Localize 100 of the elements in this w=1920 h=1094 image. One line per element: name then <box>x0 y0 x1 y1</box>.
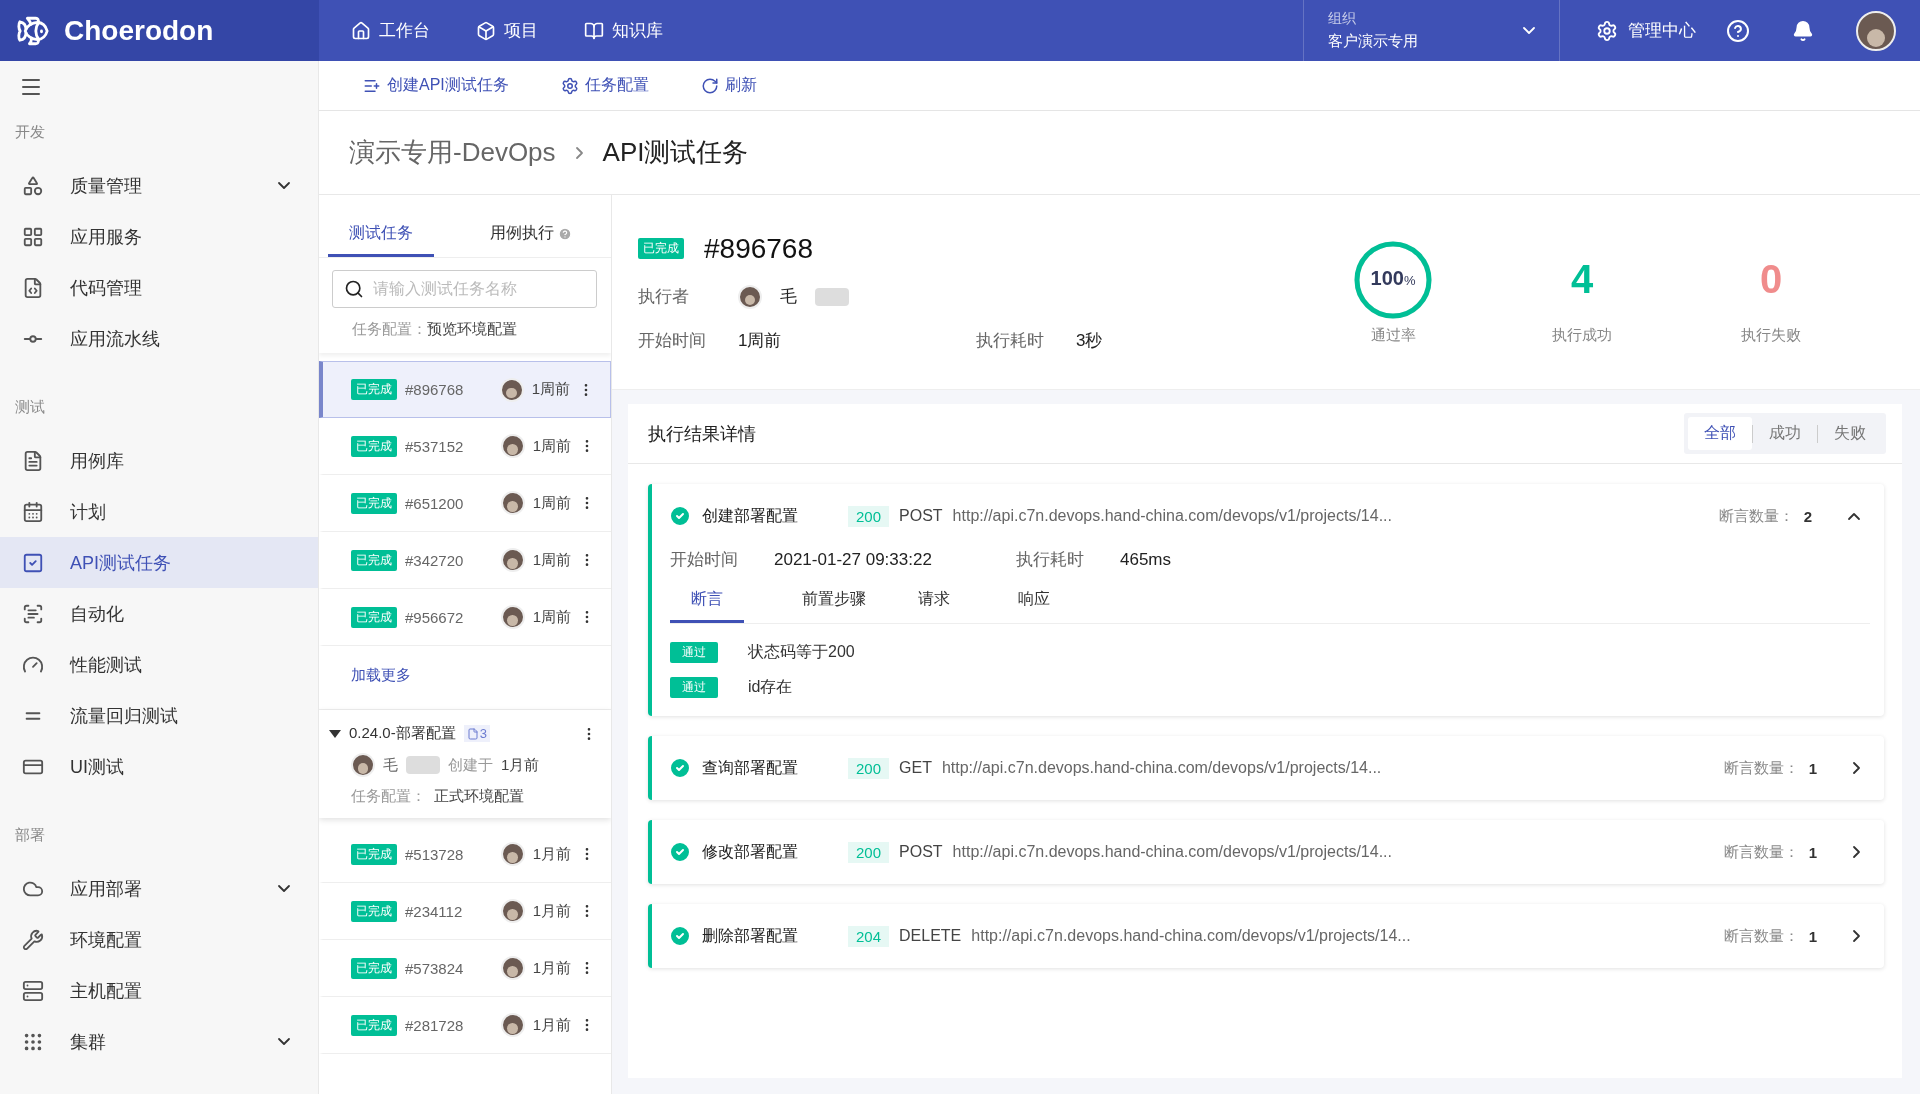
status-tag: 已完成 <box>351 379 397 400</box>
case-count: 3 <box>463 725 490 742</box>
nav-link[interactable]: 知识库 <box>584 19 663 42</box>
status-tag: 已完成 <box>351 549 397 571</box>
stat-label: 通过率 <box>1370 325 1416 345</box>
nav-link[interactable]: 工作台 <box>351 19 430 42</box>
sidebar-item[interactable]: 自动化 <box>0 588 318 639</box>
section-title: 开发 <box>14 122 46 142</box>
assertion-text: 状态码等于200 <box>748 642 855 662</box>
assertion-text: id存在 <box>748 677 793 697</box>
assert-label: 断言数量： <box>1718 506 1794 526</box>
avatar <box>500 1013 525 1037</box>
sidebar-item[interactable]: 集群 <box>0 1016 318 1067</box>
bell-icon[interactable] <box>1792 19 1814 42</box>
request-url: http://api.c7n.devops.hand-china.com/devops/v1/projects/14... <box>941 759 1383 777</box>
toolbar-button[interactable]: 刷新 <box>700 75 757 96</box>
result-name: 修改部署配置 <box>702 841 799 862</box>
task-time: 1周前 <box>532 607 571 627</box>
sidebar-item[interactable]: 代码管理 <box>0 262 318 313</box>
task-time: 1周前 <box>531 380 570 399</box>
task-id: #896768 <box>704 232 813 265</box>
tab[interactable]: 前置步骤 <box>784 581 884 623</box>
avatar[interactable] <box>1856 10 1896 51</box>
filter-option[interactable]: 全部 <box>1688 417 1752 450</box>
sidebar-item[interactable]: 主机配置 <box>0 965 318 1016</box>
avatar <box>738 284 762 309</box>
plan-config: 任务配置： 正式环境配置 <box>350 787 525 806</box>
check-icon <box>668 924 692 948</box>
task-id: #651200 <box>405 494 465 512</box>
status-tag: 已完成 <box>638 238 684 259</box>
sidebar-item[interactable]: 应用流水线 <box>0 313 318 364</box>
breadcrumb-item[interactable]: 演示专用-DevOps <box>349 135 556 170</box>
search-field[interactable]: 请输入测试任务名称 <box>332 270 597 308</box>
sidebar-item[interactable]: 质量管理 <box>0 160 318 211</box>
sidebar-item[interactable]: UI测试 <box>0 741 318 792</box>
task-id: #281728 <box>405 1016 465 1034</box>
assert-label: 断言数量： <box>1723 842 1799 862</box>
duration-value: 465ms <box>1120 549 1172 570</box>
section-title: 部署 <box>14 825 46 845</box>
executor-label: 执行者 <box>638 286 690 308</box>
creator-name: 毛 <box>383 755 398 775</box>
task-id: #896768 <box>405 381 465 398</box>
task-config: 任务配置：预览环境配置 <box>351 319 517 339</box>
redaction-mark <box>406 756 440 774</box>
status-code: 200 <box>848 841 890 863</box>
sidebar-item[interactable]: 流量回归测试 <box>0 690 318 741</box>
assert-count: 2 <box>1803 507 1812 525</box>
http-method: DELETE <box>899 927 962 945</box>
sidebar-item[interactable]: 应用服务 <box>0 211 318 262</box>
start-label: 开始时间 <box>670 549 739 571</box>
chevron-up-icon[interactable] <box>1848 512 1860 520</box>
start-value: 1周前 <box>738 329 783 352</box>
wrench-icon <box>22 928 44 951</box>
tab[interactable]: 测试任务 <box>328 223 434 257</box>
results-title: 执行结果详情 <box>648 422 756 446</box>
caret-icon[interactable] <box>329 729 341 738</box>
toolbar-button[interactable]: 任务配置 <box>560 75 649 96</box>
tab[interactable]: 响应 <box>984 581 1084 623</box>
help-icon[interactable] <box>1726 18 1750 43</box>
avatar <box>500 491 525 515</box>
sidebar-item[interactable]: 应用部署 <box>0 863 318 914</box>
status-tag: 已完成 <box>351 957 397 979</box>
sidebar-item[interactable]: 环境配置 <box>0 914 318 965</box>
refresh-icon <box>700 76 719 95</box>
check-icon <box>668 504 692 528</box>
status-tag: 已完成 <box>351 606 397 628</box>
pass-tag: 通过 <box>670 642 718 663</box>
sidebar-item[interactable]: 计划 <box>0 486 318 537</box>
check-icon <box>668 840 692 864</box>
status-code: 200 <box>848 505 890 527</box>
fail-count: 0 <box>1759 256 1783 303</box>
chevron-right-icon[interactable] <box>1853 762 1860 774</box>
checklist-icon <box>22 551 44 574</box>
request-url: http://api.c7n.devops.hand-china.com/devops/v1/projects/14... <box>952 507 1393 525</box>
filter-option[interactable]: 成功 <box>1753 417 1817 450</box>
sidebar-item[interactable]: API测试任务 <box>0 537 318 588</box>
assert-label: 断言数量： <box>1723 926 1799 946</box>
sidebar-item[interactable]: 性能测试 <box>0 639 318 690</box>
tab[interactable]: 用例执行 <box>478 223 584 257</box>
task-id: #573824 <box>405 959 465 977</box>
tab[interactable]: 断言 <box>670 581 744 623</box>
created-time: 1月前 <box>501 755 540 775</box>
filter-option[interactable]: 失败 <box>1818 417 1882 450</box>
http-method: POST <box>899 507 943 525</box>
chevron-right-icon[interactable] <box>1853 846 1860 858</box>
task-time: 1月前 <box>532 901 571 921</box>
load-more-link[interactable]: 加载更多 <box>319 646 611 710</box>
search-icon <box>344 279 364 299</box>
sidebar-item[interactable]: 用例库 <box>0 435 318 486</box>
nav-link[interactable]: 项目 <box>476 19 538 42</box>
chevron-right-icon[interactable] <box>1853 930 1860 942</box>
task-row[interactable]: 已完成 #896768 1周前 <box>319 361 611 418</box>
admin-link[interactable]: 管理中心 <box>1560 0 1726 61</box>
avatar <box>500 899 525 923</box>
task-id: #537152 <box>405 437 465 455</box>
success-count: 4 <box>1570 256 1594 303</box>
toolbar-button[interactable]: 创建API测试任务 <box>363 75 509 96</box>
settings-icon <box>560 76 579 95</box>
request-url: http://api.c7n.devops.hand-china.com/devops/v1/projects/14... <box>952 843 1393 861</box>
tab[interactable]: 请求 <box>884 581 984 623</box>
